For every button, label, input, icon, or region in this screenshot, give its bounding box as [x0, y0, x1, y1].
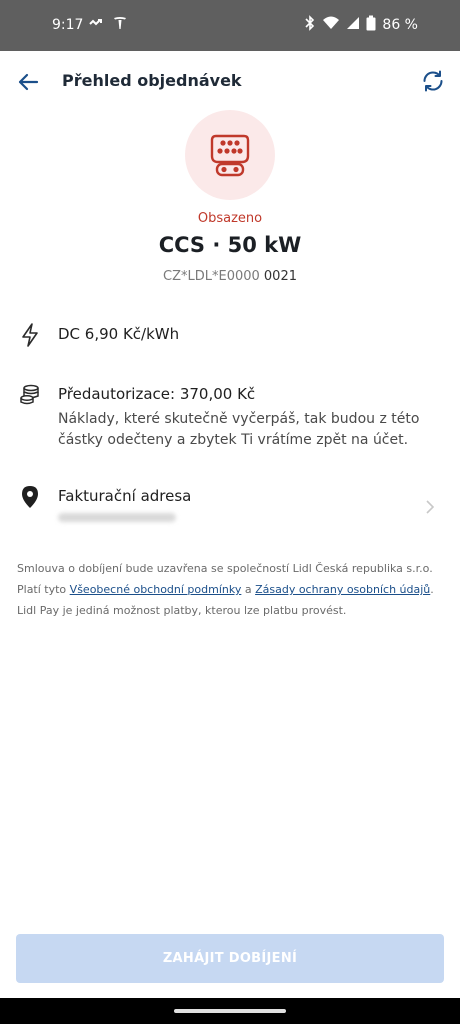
legal-notice: Smlouva o dobíjení bude uzavřena se spol… — [17, 558, 447, 621]
legal-line-3: Lidl Pay je jediná možnost platby, ktero… — [17, 604, 347, 617]
call-forward-icon — [88, 15, 104, 35]
arrow-left-icon — [18, 73, 39, 91]
status-right-icons: 86 % — [304, 15, 418, 35]
battery-percent: 86 % — [382, 17, 418, 33]
preauth-description: Náklady, které skutečně vyčerpáš, tak bu… — [58, 411, 420, 448]
refresh-icon — [423, 70, 443, 92]
privacy-link[interactable]: Zásady ochrany osobních údajů — [255, 583, 430, 596]
chevron-right-icon — [422, 499, 438, 515]
back-button[interactable] — [14, 68, 42, 96]
legal-line-2-suffix: . — [430, 583, 434, 596]
evse-id: CZ*LDL*E0000 0021 — [0, 269, 460, 284]
legal-line-1: Smlouva o dobíjení bude uzavřena se spol… — [17, 562, 433, 575]
evse-id-suffix: 0021 — [259, 269, 297, 284]
lightning-icon — [18, 323, 42, 347]
page-title: Přehled objednávek — [62, 71, 242, 90]
bluetooth-icon — [304, 15, 316, 35]
connector-title: CCS · 50 kW — [158, 233, 302, 257]
evse-id-prefix: CZ*LDL*E0000 — [163, 269, 260, 284]
battery-icon — [366, 15, 376, 35]
start-charging-button[interactable]: ZAHÁJIT DOBÍJENÍ — [16, 934, 444, 983]
status-bar: 9:17 86 % — [0, 0, 460, 51]
price-text: DC 6,90 Kč/kWh — [58, 325, 180, 343]
billing-address-value-redacted — [58, 513, 176, 522]
legal-line-2-mid: a — [241, 583, 256, 596]
preauth-title: Předautorizace: 370,00 Kč — [58, 385, 256, 403]
legal-line-2-prefix: Platí tyto — [17, 583, 70, 596]
status-time: 9:17 — [52, 17, 84, 33]
ccs-connector-icon — [210, 134, 250, 177]
app-bar: Přehled objednávek — [0, 51, 460, 109]
coins-icon — [18, 383, 42, 407]
billing-address-row[interactable]: Fakturační adresa — [0, 485, 460, 531]
wifi-icon — [322, 15, 340, 35]
billing-address-title: Fakturační adresa — [58, 487, 192, 505]
refresh-button[interactable] — [418, 66, 448, 96]
location-pin-icon — [18, 485, 42, 509]
price-row: DC 6,90 Kč/kWh — [0, 323, 460, 351]
preauth-row: Předautorizace: 370,00 Kč Náklady, které… — [0, 383, 460, 453]
connector-avatar — [185, 110, 275, 200]
home-gesture-handle[interactable] — [174, 1009, 286, 1013]
tesla-icon — [112, 15, 128, 35]
terms-link[interactable]: Všeobecné obchodní podmínky — [70, 583, 242, 596]
connector-status: Obsazeno — [197, 211, 263, 226]
status-left-icons — [88, 15, 128, 35]
signal-icon — [346, 15, 360, 35]
legal-line-2: Platí tyto Všeobecné obchodní podmínky a… — [17, 579, 447, 600]
system-nav-bar — [0, 998, 460, 1024]
